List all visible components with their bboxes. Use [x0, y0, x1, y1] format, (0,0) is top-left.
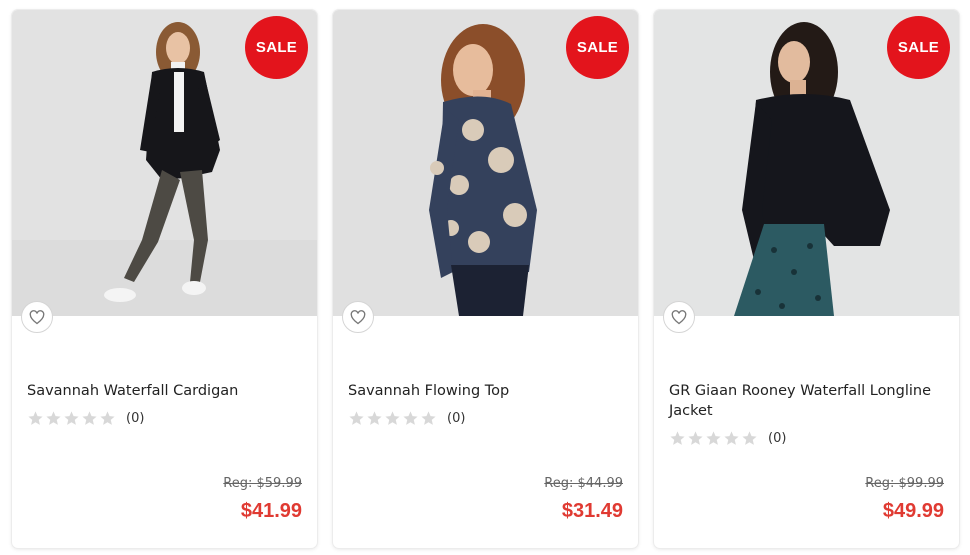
- star-icon: [742, 431, 757, 445]
- star-icon: [349, 411, 364, 425]
- review-count[interactable]: (0): [768, 431, 786, 446]
- product-rating: (0): [348, 410, 465, 427]
- sale-price: $41.99: [240, 500, 302, 522]
- sale-badge: SALE: [566, 16, 629, 79]
- star-icon: [724, 431, 739, 445]
- sale-price: $31.49: [561, 500, 623, 522]
- heart-outline-icon: [671, 309, 687, 324]
- rating-stars: [348, 410, 437, 427]
- review-count[interactable]: (0): [447, 411, 465, 426]
- product-name[interactable]: GR Giaan Rooney Waterfall Longline Jacke…: [669, 381, 944, 421]
- star-icon: [46, 411, 61, 425]
- star-icon: [670, 431, 685, 445]
- sale-badge: SALE: [887, 16, 950, 79]
- star-icon: [403, 411, 418, 425]
- heart-outline-icon: [29, 309, 45, 324]
- wishlist-button[interactable]: [21, 301, 53, 333]
- product-grid: SALE Savannah Waterfall Cardigan (0) Reg…: [0, 0, 970, 555]
- star-icon: [64, 411, 79, 425]
- product-card[interactable]: SALE Savannah Waterfall Cardigan (0) Reg…: [12, 10, 317, 548]
- star-icon: [385, 411, 400, 425]
- wishlist-button[interactable]: [342, 301, 374, 333]
- product-card[interactable]: SALE GR Giaan Rooney Waterfall Longline …: [654, 10, 959, 548]
- product-name[interactable]: Savannah Flowing Top: [348, 381, 623, 401]
- product-name[interactable]: Savannah Waterfall Cardigan: [27, 381, 302, 401]
- star-icon: [82, 411, 97, 425]
- wishlist-button[interactable]: [663, 301, 695, 333]
- heart-outline-icon: [350, 309, 366, 324]
- product-card[interactable]: SALE Savannah Flowing Top (0) Reg: $44.9…: [333, 10, 638, 548]
- product-rating: (0): [669, 430, 786, 447]
- sale-badge: SALE: [245, 16, 308, 79]
- star-icon: [28, 411, 43, 425]
- star-icon: [367, 411, 382, 425]
- star-icon: [706, 431, 721, 445]
- star-icon: [421, 411, 436, 425]
- regular-price: Reg: $44.99: [544, 476, 623, 491]
- star-icon: [100, 411, 115, 425]
- rating-stars: [669, 430, 758, 447]
- product-rating: (0): [27, 410, 144, 427]
- sale-price: $49.99: [882, 500, 944, 522]
- regular-price: Reg: $99.99: [865, 476, 944, 491]
- review-count[interactable]: (0): [126, 411, 144, 426]
- star-icon: [688, 431, 703, 445]
- regular-price: Reg: $59.99: [223, 476, 302, 491]
- rating-stars: [27, 410, 116, 427]
